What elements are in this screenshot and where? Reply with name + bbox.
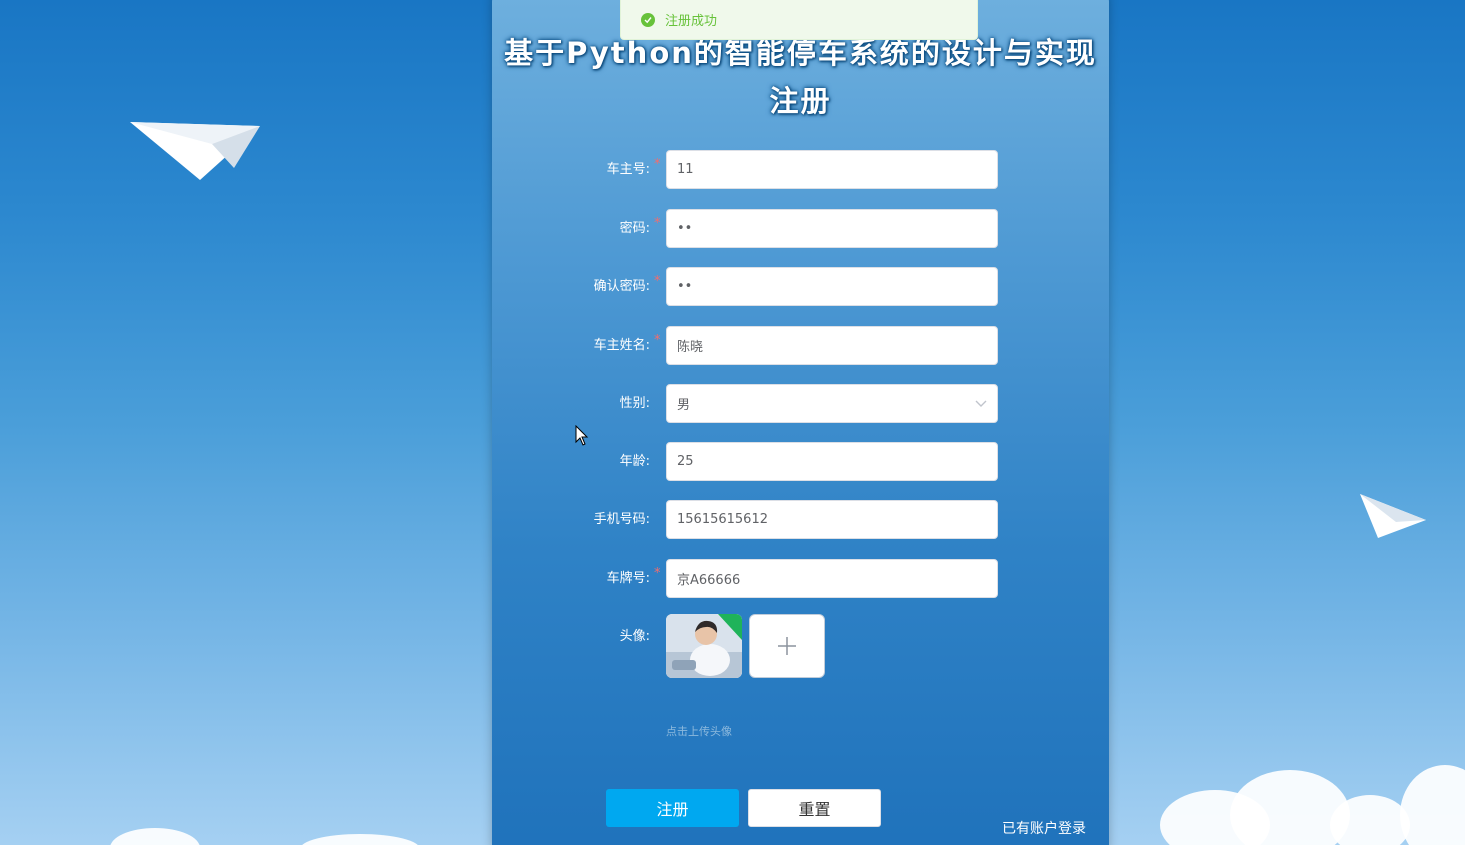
age-label: 年龄:: [619, 454, 650, 469]
required-mark: *: [654, 216, 661, 231]
required-mark: *: [654, 274, 661, 289]
form-item-plate: 车牌号: *: [500, 559, 1000, 598]
page-background: 基于Python的智能停车系统的设计与实现 注册 车主号: * 密码: * 确认…: [0, 0, 1465, 845]
paper-plane-icon: [1360, 494, 1426, 538]
confirm-password-input[interactable]: [666, 267, 998, 306]
required-mark: *: [654, 566, 661, 581]
owner-name-input[interactable]: [666, 326, 998, 365]
form-item-password: 密码: *: [500, 209, 1000, 248]
avatar-photo: [666, 614, 742, 678]
form-item-phone: 手机号码:: [500, 500, 1000, 539]
gender-selected-value: 男: [677, 398, 691, 413]
plus-icon: [778, 637, 796, 655]
form-item-owner-name: 车主姓名: *: [500, 326, 1000, 365]
cloud: [110, 828, 200, 845]
avatar-label: 头像:: [619, 629, 650, 644]
cloud: [1400, 765, 1465, 845]
form-item-confirm-password: 确认密码: *: [500, 267, 1000, 306]
plate-input[interactable]: [666, 559, 998, 598]
form-item-owner-no: 车主号: *: [500, 150, 1000, 189]
plate-label: 车牌号:: [606, 571, 650, 586]
avatar-upload-tip: 点击上传头像: [666, 725, 732, 738]
confirm-password-label: 确认密码:: [593, 279, 650, 294]
form-item-age: 年龄:: [500, 442, 1000, 481]
paper-plane-icon: [130, 122, 260, 180]
owner-no-input[interactable]: [666, 150, 998, 189]
chevron-down-icon: [975, 400, 987, 407]
register-button[interactable]: 注册: [606, 789, 739, 827]
required-mark: *: [654, 157, 661, 172]
form-item-gender: 性别: 男: [500, 384, 1000, 423]
reset-button[interactable]: 重置: [748, 789, 881, 827]
avatar-image[interactable]: [666, 614, 742, 678]
avatar-upload-button[interactable]: [749, 614, 825, 678]
mouse-cursor-icon: [575, 425, 589, 446]
password-label: 密码:: [619, 221, 650, 236]
page-subtitle: 注册: [769, 84, 832, 118]
required-mark: *: [654, 333, 661, 348]
success-toast: 注册成功: [620, 0, 978, 40]
phone-label: 手机号码:: [593, 512, 650, 527]
check-circle-icon: [641, 12, 655, 27]
gender-select[interactable]: 男: [666, 384, 998, 423]
cloud: [1330, 795, 1410, 845]
owner-no-label: 车主号:: [606, 162, 650, 177]
toast-message: 注册成功: [665, 14, 718, 29]
age-input[interactable]: [666, 442, 998, 481]
password-input[interactable]: [666, 209, 998, 248]
cloud: [300, 834, 420, 845]
login-link[interactable]: 已有账户登录: [1002, 818, 1086, 838]
owner-name-label: 车主姓名:: [593, 338, 650, 353]
phone-input[interactable]: [666, 500, 998, 539]
gender-label: 性别:: [619, 396, 650, 411]
